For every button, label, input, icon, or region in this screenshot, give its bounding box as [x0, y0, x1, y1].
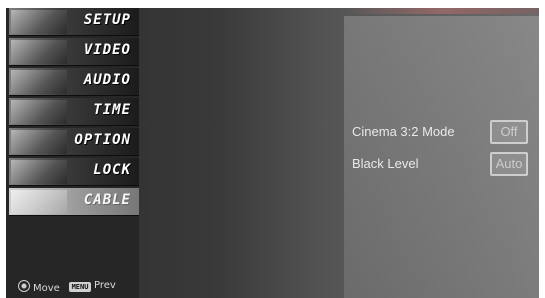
options-panel: Cinema 3:2 Mode Off Black Level Auto [344, 16, 539, 298]
audio-icon [11, 70, 67, 94]
hint-prev-label: Prev [94, 280, 116, 291]
menu-item-label: SETUP [83, 12, 131, 28]
hint-prev: MENU Prev [69, 280, 116, 292]
tv-osd-screen: SETUP VIDEO AUDIO TIME OPTION LOCK CABLE [6, 8, 539, 298]
menu-item-video[interactable]: VIDEO [9, 38, 139, 66]
cable-icon [11, 190, 67, 214]
menu-item-setup[interactable]: SETUP [9, 8, 139, 36]
menu-item-label: TIME [93, 102, 131, 118]
option-value-box[interactable]: Off [490, 120, 528, 144]
menu-item-option[interactable]: OPTION [9, 128, 139, 156]
setup-icon [11, 10, 67, 34]
menu-item-cable[interactable]: CABLE [9, 188, 139, 216]
menu-item-label: LOCK [93, 162, 131, 178]
option-row-cinema-mode[interactable]: Cinema 3:2 Mode Off [352, 120, 532, 144]
hint-move: Move [18, 280, 60, 294]
menu-item-lock[interactable]: LOCK [9, 158, 139, 186]
video-icon [11, 40, 67, 64]
menu-key-icon: MENU [69, 282, 91, 292]
menu-item-label: VIDEO [83, 42, 131, 58]
option-value-box[interactable]: Auto [490, 152, 528, 176]
option-row-black-level[interactable]: Black Level Auto [352, 152, 532, 176]
option-icon [11, 130, 67, 154]
menu-item-label: AUDIO [83, 72, 131, 88]
menu-item-audio[interactable]: AUDIO [9, 68, 139, 96]
top-accent-line [346, 8, 539, 14]
time-icon [11, 100, 67, 124]
menu-item-label: CABLE [83, 192, 131, 208]
navigation-hints: Move MENU Prev [6, 270, 139, 298]
menu-item-label: OPTION [74, 132, 131, 148]
move-icon [18, 280, 30, 292]
menu-item-time[interactable]: TIME [9, 98, 139, 126]
option-label: Cinema 3:2 Mode [352, 124, 455, 139]
hint-move-label: Move [33, 283, 60, 294]
osd-main-menu: SETUP VIDEO AUDIO TIME OPTION LOCK CABLE [6, 8, 139, 298]
lock-icon [11, 160, 67, 184]
option-label: Black Level [352, 156, 419, 171]
